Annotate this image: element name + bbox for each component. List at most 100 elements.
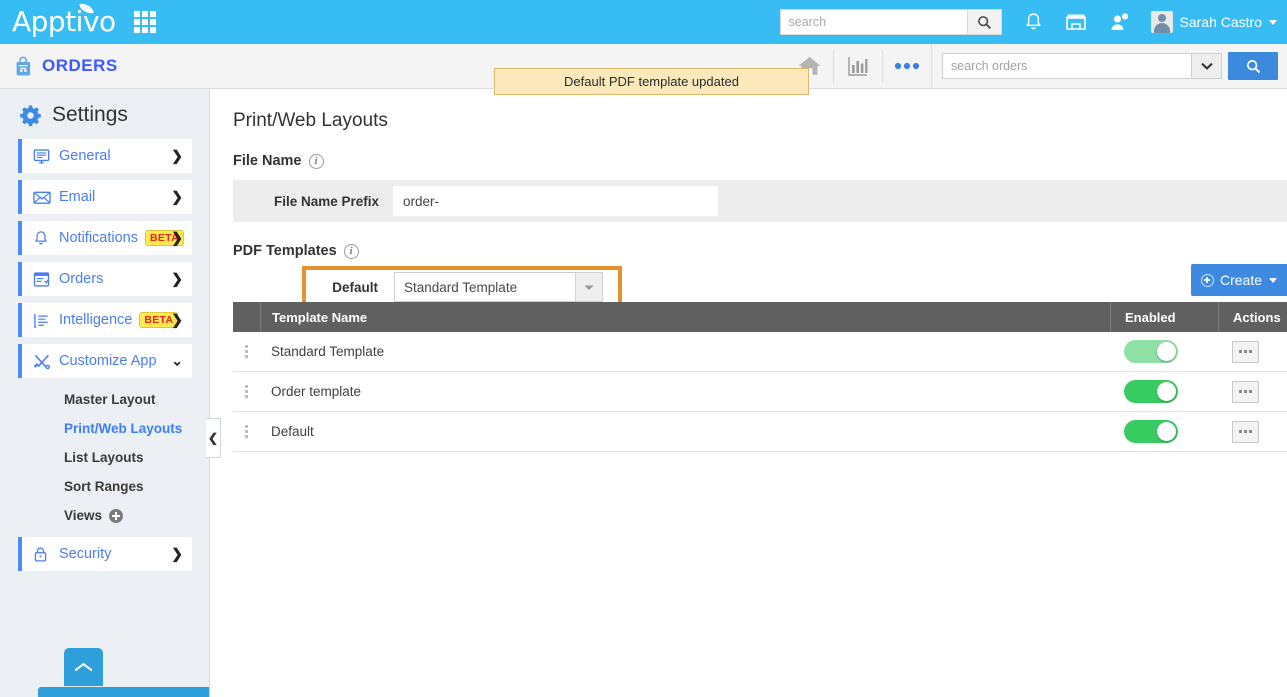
envelope-icon <box>33 190 55 205</box>
table-header-row: Template Name Enabled Actions <box>233 302 1287 332</box>
table-header-template-name: Template Name <box>260 302 1110 332</box>
caret-down-icon <box>1269 278 1277 283</box>
order-doc-icon <box>33 271 55 288</box>
chevron-right-icon: ❯ <box>171 148 183 165</box>
sidebar-item-list-layouts[interactable]: List Layouts <box>64 450 192 465</box>
top-bar-right-group: Sarah Castro <box>780 9 1277 35</box>
global-search-input[interactable] <box>781 10 967 34</box>
template-name-cell: Order template <box>260 384 1110 399</box>
toast-notification: Default PDF template updated <box>494 68 809 95</box>
tools-icon <box>33 353 55 370</box>
template-name-cell: Default <box>260 424 1110 439</box>
bottom-accent-bar <box>38 687 210 697</box>
row-actions-button[interactable] <box>1232 421 1259 443</box>
module-title-text: ORDERS <box>42 56 118 76</box>
sidebar-item-intelligence[interactable]: Intelligence BETA ❯ <box>18 303 192 337</box>
sidebar-item-orders[interactable]: Orders ❯ <box>18 262 192 296</box>
info-icon[interactable]: i <box>344 244 359 259</box>
table-row[interactable]: Default <box>233 412 1287 452</box>
sidebar-item-label: Notifications <box>59 230 138 246</box>
file-name-prefix-label: File Name Prefix <box>233 194 393 209</box>
table-header-enabled: Enabled <box>1110 302 1218 332</box>
sidebar-item-print-web-layouts[interactable]: Print/Web Layouts <box>64 421 192 436</box>
plus-circle-icon[interactable] <box>109 509 123 523</box>
toast-message: Default PDF template updated <box>564 74 739 89</box>
file-name-label: File Name <box>233 153 302 169</box>
sidebar-item-notifications[interactable]: Notifications BETA ❯ <box>18 221 192 255</box>
more-options-button[interactable] <box>883 44 931 89</box>
enabled-toggle[interactable] <box>1124 380 1178 403</box>
top-navigation-bar: Apptivo <box>0 0 1287 44</box>
sidebar-collapse-handle[interactable]: ❮ <box>206 418 221 458</box>
chevron-right-icon: ❯ <box>171 546 183 563</box>
sidebar-item-views[interactable]: Views <box>64 508 192 523</box>
drag-handle-icon[interactable] <box>233 345 260 358</box>
pdf-templates-section-label: PDF Templates i <box>211 222 1287 259</box>
table-row[interactable]: Order template <box>233 372 1287 412</box>
sidebar-item-label: Orders <box>59 271 103 287</box>
row-actions-button[interactable] <box>1232 341 1259 363</box>
sidebar-item-sort-ranges[interactable]: Sort Ranges <box>64 479 192 494</box>
sublink-label: Master Layout <box>64 392 156 407</box>
grid-apps-icon[interactable] <box>134 11 156 33</box>
search-icon <box>977 15 992 30</box>
avatar <box>1151 11 1173 33</box>
enabled-toggle[interactable] <box>1124 340 1178 363</box>
brand-text: Apptivo <box>12 5 116 38</box>
sidebar-item-email[interactable]: Email ❯ <box>18 180 192 214</box>
global-search[interactable] <box>780 9 1002 35</box>
order-search[interactable] <box>942 53 1222 79</box>
chevron-right-icon: ❯ <box>171 230 183 247</box>
lines-chart-icon <box>33 312 55 329</box>
actions-cell <box>1218 421 1287 443</box>
apptivo-logo[interactable]: Apptivo <box>12 8 116 36</box>
sidebar-item-general[interactable]: General ❯ <box>18 139 192 173</box>
sidebar-item-label: Customize App <box>59 353 157 369</box>
order-search-dropdown[interactable] <box>1191 54 1221 78</box>
main-content: Print/Web Layouts File Name i File Name … <box>211 89 1287 697</box>
notifications-bell-button[interactable] <box>1024 12 1043 32</box>
chevron-up-icon <box>74 661 93 673</box>
chevron-right-icon: ❯ <box>171 312 183 329</box>
caret-down-icon <box>1269 20 1277 25</box>
default-template-value: Standard Template <box>395 280 575 295</box>
store-button[interactable] <box>1065 12 1087 32</box>
chevron-down-icon[interactable] <box>575 273 602 301</box>
chevron-down-icon <box>1201 62 1213 70</box>
more-dots-icon <box>892 61 922 71</box>
enabled-toggle[interactable] <box>1124 420 1178 443</box>
order-search-input[interactable] <box>943 54 1191 78</box>
reports-button[interactable] <box>834 44 882 89</box>
sidebar-header: Settings <box>0 89 209 139</box>
global-search-button[interactable] <box>967 10 1001 34</box>
bell-icon <box>33 230 55 247</box>
templates-table: Template Name Enabled Actions Standard T… <box>233 302 1287 452</box>
order-search-button[interactable] <box>1228 52 1278 80</box>
create-button-label: Create <box>1220 272 1262 288</box>
user-name: Sarah Castro <box>1180 14 1262 30</box>
user-add-button[interactable] <box>1109 12 1129 32</box>
table-row[interactable]: Standard Template <box>233 332 1287 372</box>
actions-cell <box>1218 381 1287 403</box>
user-menu[interactable]: Sarah Castro <box>1151 11 1277 33</box>
template-name-cell: Standard Template <box>260 344 1110 359</box>
row-actions-button[interactable] <box>1232 381 1259 403</box>
table-header-actions: Actions <box>1218 302 1287 332</box>
reports-bar-chart-icon <box>846 54 870 78</box>
sidebar-item-security[interactable]: Security ❯ <box>18 537 192 571</box>
drag-handle-icon[interactable] <box>233 385 260 398</box>
plus-circle-icon <box>1201 274 1214 287</box>
file-name-prefix-input[interactable] <box>393 186 718 216</box>
drag-handle-icon[interactable] <box>233 425 260 438</box>
actions-cell <box>1218 341 1287 363</box>
search-icon <box>1246 59 1261 74</box>
enabled-cell <box>1110 380 1218 403</box>
sidebar-item-master-layout[interactable]: Master Layout <box>64 392 192 407</box>
sidebar-item-customize-app[interactable]: Customize App ⌄ <box>18 344 192 378</box>
default-template-select[interactable]: Standard Template <box>394 272 603 302</box>
info-icon[interactable]: i <box>309 154 324 169</box>
create-button[interactable]: Create <box>1191 264 1287 296</box>
order-search-group <box>931 44 1287 89</box>
scroll-to-top-button[interactable] <box>64 648 103 686</box>
sublink-label: Print/Web Layouts <box>64 421 182 436</box>
